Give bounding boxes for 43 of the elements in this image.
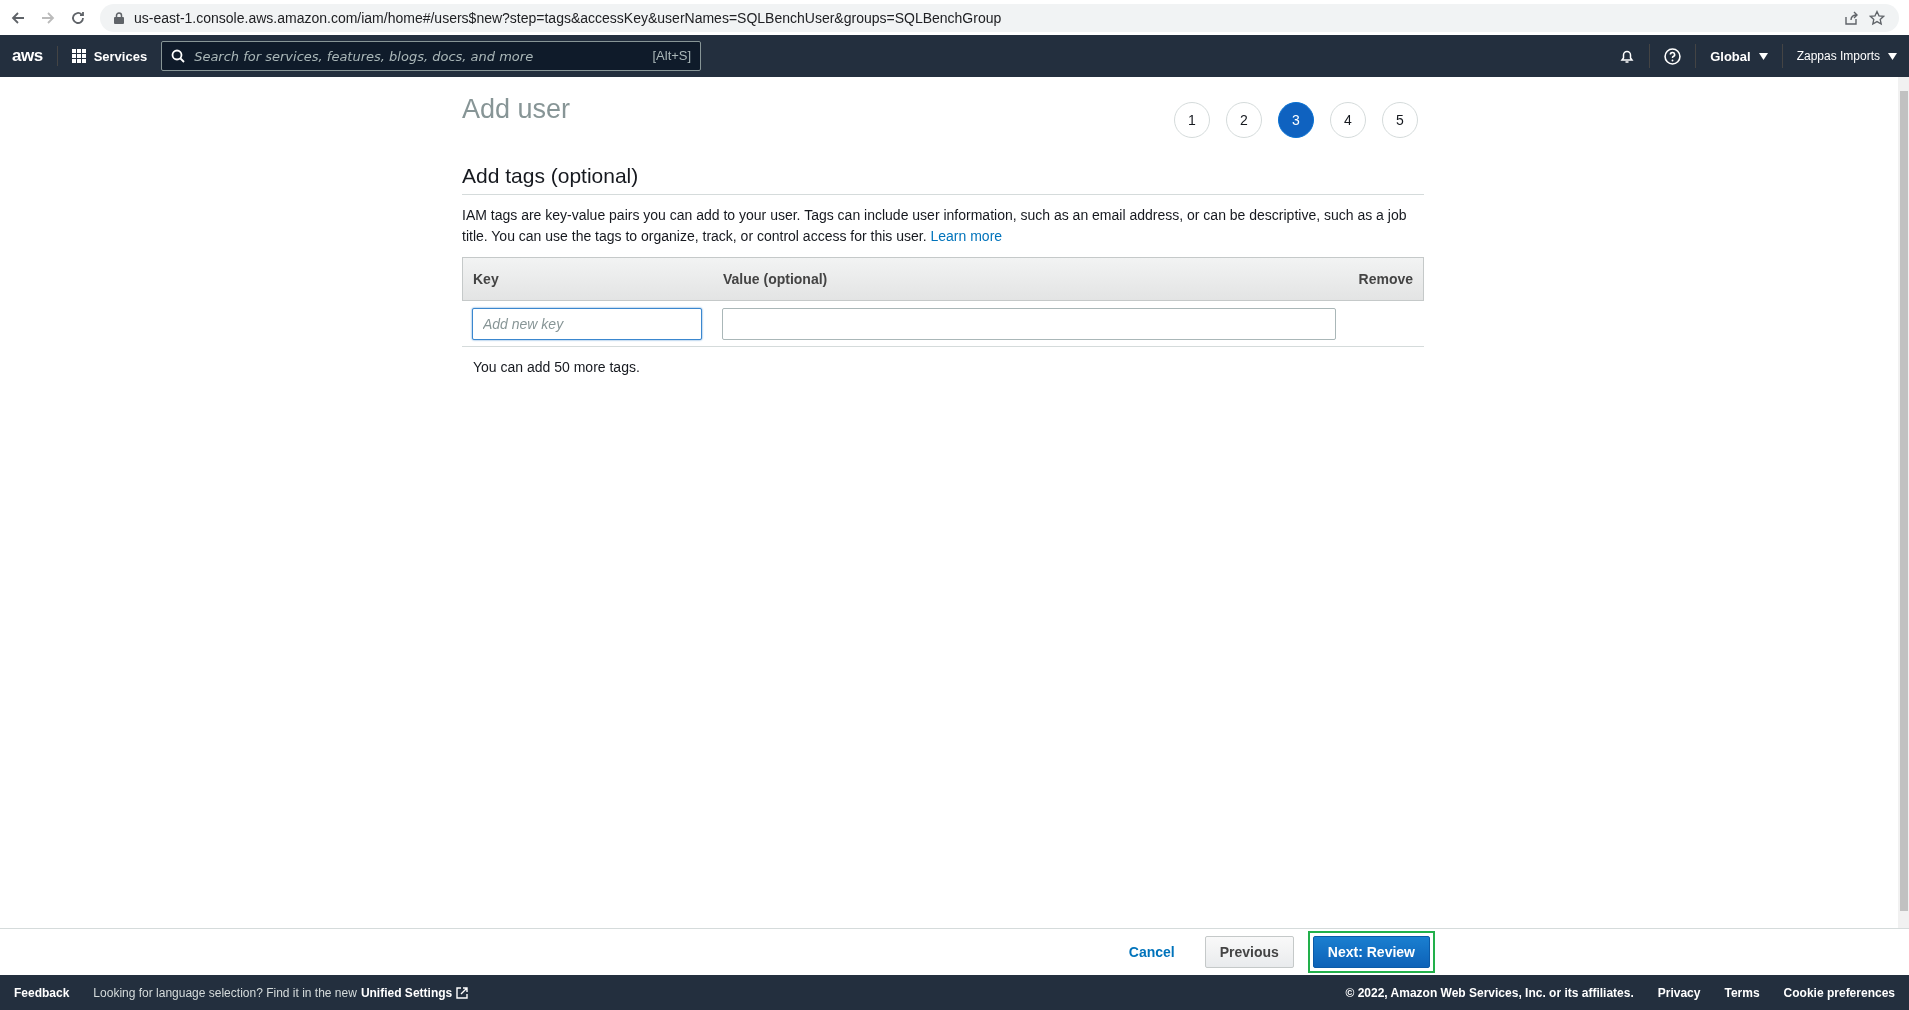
lock-icon <box>114 11 124 24</box>
key-input[interactable]: Add new key <box>472 308 702 340</box>
footer-link[interactable]: Terms <box>1724 985 1760 1000</box>
footer-link[interactable]: Cookie preferences <box>1783 985 1895 1000</box>
column-header: Remove <box>1358 271 1413 287</box>
column-header: Value (optional) <box>723 271 829 287</box>
cancel-button[interactable]: Cancel <box>1112 938 1191 966</box>
address-bar[interactable]: us-east-1.console.aws.amazon.com/iam/home#/users$new?step=tags&accessKey&userNames=SQLBenchUser&groups=SQLBenchGroup <box>100 3 1899 32</box>
learn-more-link[interactable]: Learn more <box>930 228 1003 244</box>
help-icon[interactable] <box>1664 47 1682 65</box>
back-icon[interactable] <box>10 9 26 26</box>
bell-icon[interactable] <box>1619 48 1636 64</box>
tag-limit-note: You can add 50 more tags. <box>473 359 641 375</box>
shortcut-hint: [Alt+S] <box>652 48 692 63</box>
copyright-text: © 2022, Amazon Web Services, Inc. or its affiliates. <box>1345 985 1634 1000</box>
step-indicator[interactable]: 1 <box>1174 102 1210 138</box>
column-header: Key <box>473 271 500 287</box>
reload-icon[interactable] <box>70 9 86 26</box>
previous-button[interactable]: Previous <box>1204 936 1294 968</box>
unified-settings-link[interactable]: Unified Settings <box>360 985 469 1000</box>
url-text: us-east-1.console.aws.amazon.com/iam/home#/users$new?step=tags&accessKey&userNames=SQLBenchUser&groups=SQLBenchGroup <box>134 9 1003 26</box>
next-review-button[interactable]: Next: Review <box>1312 936 1430 968</box>
caret-icon <box>1888 52 1897 60</box>
feedback-link[interactable]: Feedback <box>14 985 70 1000</box>
account-menu[interactable]: Zappas Imports <box>1796 49 1897 63</box>
external-link-icon <box>456 986 469 999</box>
footer-link[interactable]: Privacy <box>1657 985 1701 1000</box>
page-title: Add user <box>462 94 571 125</box>
region-menu[interactable]: Global <box>1710 48 1768 64</box>
share-icon[interactable] <box>1843 9 1859 26</box>
step-indicator[interactable]: 2 <box>1226 102 1262 138</box>
language-note: Looking for language selection? Find it in the new <box>93 985 357 1000</box>
search-icon <box>171 49 186 63</box>
star-icon[interactable] <box>1869 9 1885 26</box>
step-indicator[interactable]: 4 <box>1330 102 1366 138</box>
grid-icon <box>71 49 86 63</box>
services-button[interactable]: Services <box>71 48 148 64</box>
logo[interactable]: aws <box>12 46 58 66</box>
caret-icon <box>1758 52 1768 60</box>
step-indicator[interactable]: 5 <box>1382 102 1418 138</box>
section-title: Add tags (optional) <box>462 164 1424 195</box>
description-text: IAM tags are key-value pairs you can add to your user. Tags can include user information, such as an email address, or can be descriptive, such as a job title. You can use the tags to organize, track, or control access for this user. Learn more <box>462 206 1408 246</box>
step-indicator[interactable]: 3 <box>1278 102 1314 138</box>
